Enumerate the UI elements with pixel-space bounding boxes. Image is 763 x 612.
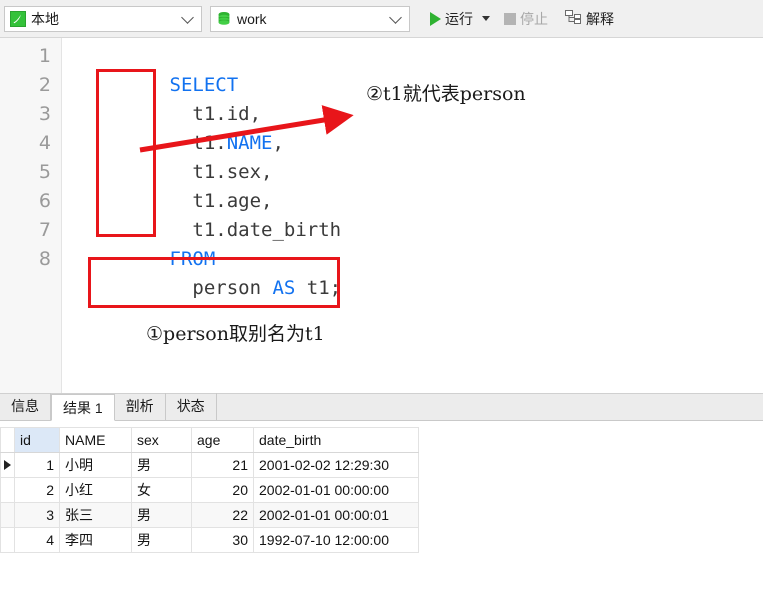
- code-text: ,: [272, 132, 284, 154]
- column-header-date-birth[interactable]: date_birth: [253, 427, 419, 453]
- explain-label: 解释: [586, 10, 614, 27]
- result-tab-bar: 信息 结果 1 剖析 状态: [0, 393, 763, 421]
- cell-name[interactable]: 小明: [59, 452, 132, 478]
- line-number: 7: [38, 219, 51, 241]
- cell-id[interactable]: 1: [14, 452, 60, 478]
- cell-sex[interactable]: 男: [131, 452, 192, 478]
- line-number: 2: [38, 74, 51, 96]
- cell-sex[interactable]: 男: [131, 502, 192, 528]
- column-header-sex[interactable]: sex: [131, 427, 192, 453]
- run-label: 运行: [445, 10, 473, 27]
- cell-id[interactable]: 2: [14, 477, 60, 503]
- cell-age[interactable]: 20: [191, 477, 254, 503]
- row-marker-cell: [0, 527, 15, 553]
- current-row-marker-icon: [4, 460, 11, 470]
- line-number-gutter: 1 2 3 4 5 6 7 8: [0, 38, 62, 393]
- column-header-name[interactable]: NAME: [59, 427, 132, 453]
- chevron-down-icon[interactable]: [181, 10, 194, 24]
- annotation-one: ①person取别名为t1: [146, 323, 325, 345]
- row-marker-cell: [0, 452, 15, 478]
- result-grid[interactable]: id NAME sex age date_birth 1 小明 男 21 200…: [0, 427, 419, 553]
- line-number: 3: [38, 103, 51, 125]
- stop-icon: [504, 12, 516, 25]
- main-toolbar: 本地 work 运行 停止 解释: [0, 0, 763, 38]
- result-panel: 信息 结果 1 剖析 状态 id NAME sex age date_birth: [0, 393, 763, 612]
- tab-status[interactable]: 状态: [166, 393, 217, 420]
- table-row[interactable]: 1 小明 男 21 2001-02-02 12:29:30: [0, 452, 419, 478]
- database-label: work: [237, 10, 267, 27]
- annotation-two: ②t1就代表person: [366, 83, 526, 105]
- stop-button[interactable]: 停止: [498, 4, 551, 34]
- explain-button[interactable]: 解释: [559, 4, 617, 34]
- tab-profile[interactable]: 剖析: [115, 393, 166, 420]
- cell-name[interactable]: 张三: [59, 502, 132, 528]
- cell-sex[interactable]: 女: [131, 477, 192, 503]
- cell-name[interactable]: 小红: [59, 477, 132, 503]
- cell-id[interactable]: 4: [14, 527, 60, 553]
- cell-age[interactable]: 22: [191, 502, 254, 528]
- line-number: 4: [38, 132, 51, 154]
- cell-age[interactable]: 21: [191, 452, 254, 478]
- column-header-id[interactable]: id: [14, 427, 60, 453]
- line-number: 8: [38, 248, 51, 270]
- database-icon: [216, 11, 232, 27]
- stop-label: 停止: [520, 10, 548, 27]
- play-icon: [430, 11, 441, 26]
- annotation-box-alias-usage: [96, 69, 156, 237]
- code-line: SELECT: [78, 42, 239, 96]
- run-dropdown-caret-icon[interactable]: [482, 16, 490, 21]
- tab-result-1[interactable]: 结果 1: [51, 394, 115, 421]
- line-number: 1: [38, 45, 51, 67]
- cell-date-birth[interactable]: 2002-01-01 00:00:01: [253, 502, 419, 528]
- annotation-box-alias-definition: [88, 257, 340, 308]
- connection-label: 本地: [31, 10, 59, 27]
- table-row[interactable]: 3 张三 男 22 2002-01-01 00:00:01: [0, 502, 419, 528]
- chevron-down-icon[interactable]: [389, 10, 402, 24]
- line-number: 6: [38, 190, 51, 212]
- table-row[interactable]: 4 李四 男 30 1992-07-10 12:00:00: [0, 527, 419, 553]
- explain-icon: [565, 9, 582, 28]
- row-marker-cell: [0, 502, 15, 528]
- run-button[interactable]: 运行: [424, 4, 476, 34]
- line-number: 5: [38, 161, 51, 183]
- cell-sex[interactable]: 男: [131, 527, 192, 553]
- column-header-age[interactable]: age: [191, 427, 254, 453]
- tab-info[interactable]: 信息: [0, 393, 51, 420]
- cell-date-birth[interactable]: 2002-01-01 00:00:00: [253, 477, 419, 503]
- cell-date-birth[interactable]: 2001-02-02 12:29:30: [253, 452, 419, 478]
- sql-editor-window: 本地 work 运行 停止 解释 1 2 3 4 5 6 7 8 SELECT …: [0, 0, 763, 612]
- row-marker-cell: [0, 477, 15, 503]
- cell-date-birth[interactable]: 1992-07-10 12:00:00: [253, 527, 419, 553]
- database-selector[interactable]: work: [210, 5, 410, 32]
- connection-icon: [10, 10, 26, 27]
- connection-selector[interactable]: 本地: [4, 5, 202, 32]
- cell-name[interactable]: 李四: [59, 527, 132, 553]
- grid-header-row: id NAME sex age date_birth: [0, 427, 419, 453]
- cell-age[interactable]: 30: [191, 527, 254, 553]
- table-row[interactable]: 2 小红 女 20 2002-01-01 00:00:00: [0, 477, 419, 503]
- cell-id[interactable]: 3: [14, 502, 60, 528]
- grid-row-marker-header: [0, 427, 15, 453]
